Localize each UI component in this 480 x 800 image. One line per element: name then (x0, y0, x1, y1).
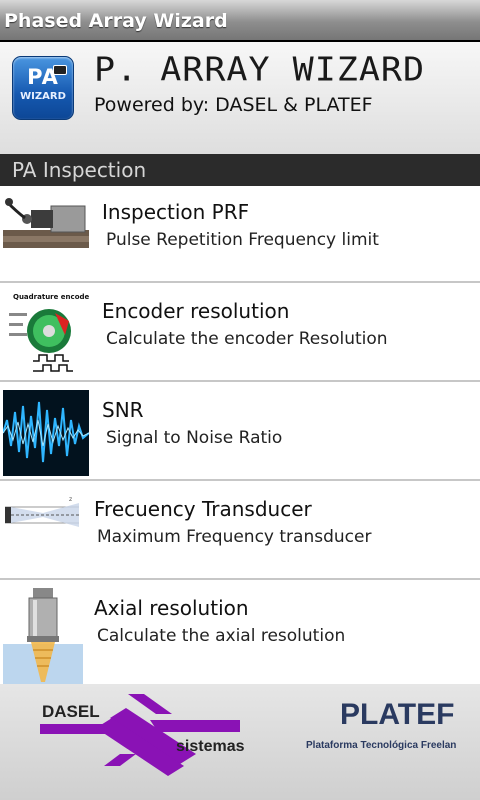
sistemas-text: sistemas (176, 738, 245, 755)
footer: DASEL sistemas PLATEF Plataforma Tecnoló… (0, 684, 480, 800)
transducer-beam-icon (3, 588, 83, 684)
svg-text:z: z (69, 496, 72, 503)
item-subtitle: Pulse Repetition Frequency limit (106, 230, 379, 250)
list-item-axial-resolution[interactable]: Axial resolution Calculate the axial res… (0, 582, 480, 684)
camera-icon (53, 65, 67, 75)
encoder-caption: Quadrature encoder (13, 293, 89, 301)
item-title: Frecuency Transducer (94, 497, 312, 521)
quadrature-encoder-icon: Quadrature encoder (3, 291, 89, 377)
probe-block-icon (3, 192, 89, 278)
item-title: SNR (102, 398, 144, 422)
item-subtitle: Maximum Frequency transducer (97, 527, 372, 547)
item-title: Inspection PRF (102, 200, 250, 224)
item-title: Encoder resolution (102, 299, 290, 323)
item-title: Axial resolution (94, 596, 249, 620)
platef-logo: PLATEF (340, 698, 455, 731)
app-icon-sublabel: WIZARD (20, 91, 66, 102)
list-item-encoder-resolution[interactable]: Quadrature encoder Encoder resolution Ca… (0, 285, 480, 382)
item-subtitle: Calculate the axial resolution (97, 626, 346, 646)
item-subtitle: Signal to Noise Ratio (106, 428, 283, 448)
list-item-frecuency-transducer[interactable]: z Frecuency Transducer Maximum Frequency… (0, 483, 480, 580)
list-item-inspection-prf[interactable]: Inspection PRF Pulse Repetition Frequenc… (0, 186, 480, 283)
app-header: PA WIZARD P. ARRAY WIZARD Powered by: DA… (0, 42, 480, 154)
app-title: P. ARRAY WIZARD (94, 51, 426, 89)
inspection-list: Inspection PRF Pulse Repetition Frequenc… (0, 186, 480, 684)
window-title: Phased Array Wizard (0, 0, 480, 40)
dasel-logo: DASEL (42, 702, 100, 721)
powered-by: Powered by: DASEL & PLATEF (94, 94, 373, 116)
beam-diagram-icon: z (3, 489, 81, 575)
app-icon: PA WIZARD (12, 56, 74, 120)
section-header: PA Inspection (0, 154, 480, 186)
item-subtitle: Calculate the encoder Resolution (106, 329, 388, 349)
platef-subtitle: Plataforma Tecnológica Freelan (306, 740, 457, 751)
signal-wave-icon (3, 390, 89, 476)
list-item-snr[interactable]: SNR Signal to Noise Ratio (0, 384, 480, 481)
